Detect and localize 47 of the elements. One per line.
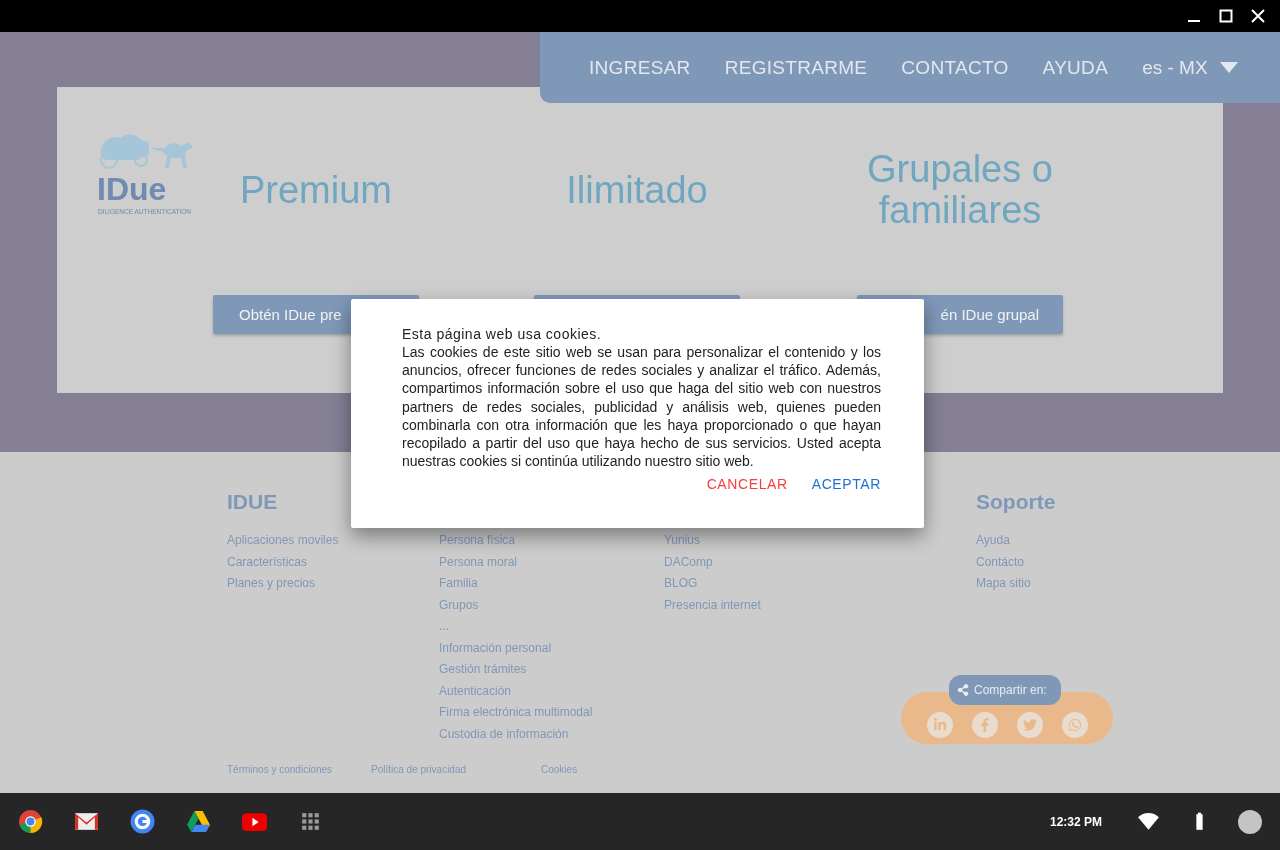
drive-icon[interactable] [186, 809, 211, 834]
nav-link[interactable]: CONTACTO [901, 56, 1009, 79]
footer-link[interactable]: Persona moral [439, 551, 664, 573]
plan-title: Grupales o familiares [866, 149, 1054, 231]
avatar-icon[interactable] [1238, 809, 1262, 834]
footer-heading: Soporte [976, 490, 1057, 515]
footer-link[interactable]: Yunius [664, 530, 976, 552]
clock-time[interactable]: 12:32 PM [1049, 814, 1102, 829]
footer-link[interactable]: Planes y precios [227, 573, 439, 595]
legal-link[interactable]: Política de privacidad [371, 764, 541, 775]
logo-wordmark: IDue [97, 171, 167, 207]
plan-title: Premium [239, 169, 393, 211]
legal-link[interactable]: Cookies [541, 764, 641, 775]
footer-link[interactable]: Contácto [976, 551, 1176, 573]
cancel-button[interactable]: CANCELAR [706, 476, 788, 493]
nav-link[interactable]: REGISTRARME [724, 56, 868, 79]
footer-link[interactable]: Aplicaciones moviles [227, 530, 439, 552]
language-selector[interactable]: es - MX [1142, 56, 1238, 79]
footer-link[interactable]: ... [439, 616, 664, 638]
footer-link[interactable]: Ayuda [976, 530, 1176, 552]
google-icon[interactable] [130, 809, 155, 834]
footer-heading: IDUE [227, 490, 279, 515]
legal-link[interactable]: Términos y condiciones [227, 764, 371, 775]
footer-link[interactable]: BLOG [664, 573, 976, 595]
dialog-text: Las cookies de este sitio web se usan para personalizar el contenido y los anuncios, ofrecer funciones de redes sociales y analizar el tráfico. Además, compartimos información sobre el uso que haga del sitio web con nuestros partners de redes sociales, publicidad y análisis web, quienes pueden combinarla con otra información que les haya proporcionado o que hayan recopilado a partir del uso que haya hecho de sus servicios. Usted acepta nuestras cookies si continúa utilizando nuestro sitio web. [402, 343, 881, 471]
footer-link[interactable]: DAComp [664, 551, 976, 573]
share-button[interactable]: Compartir en: [949, 675, 1061, 705]
footer-link[interactable]: Características [227, 551, 439, 573]
footer-link[interactable]: Autenticación [439, 680, 664, 702]
footer-link[interactable]: Persona física [439, 530, 664, 552]
chrome-icon[interactable] [18, 809, 43, 834]
footer-link[interactable]: Grupos [439, 594, 664, 616]
caret-icon [1219, 62, 1238, 73]
accept-button[interactable]: ACEPTAR [811, 476, 881, 493]
footer-link[interactable]: Información personal [439, 637, 664, 659]
footer-link[interactable]: Gestión trámites [439, 659, 664, 681]
footer-link[interactable]: Mapa sitio [976, 573, 1176, 595]
footer-link[interactable]: Custodia de información [439, 723, 664, 745]
footer-link[interactable]: Firma electrónica multimodal [439, 702, 664, 724]
nav-link[interactable]: INGRESAR [589, 56, 691, 79]
nav-link[interactable]: AYUDA [1042, 56, 1109, 79]
footer-link[interactable]: Presencia internet [664, 594, 976, 616]
footer-link[interactable]: Familia [439, 573, 664, 595]
maximize-icon[interactable] [1218, 8, 1234, 24]
plan-title: Ilimitado [565, 169, 709, 211]
close-icon[interactable] [1250, 8, 1266, 24]
share-icon [957, 684, 969, 696]
